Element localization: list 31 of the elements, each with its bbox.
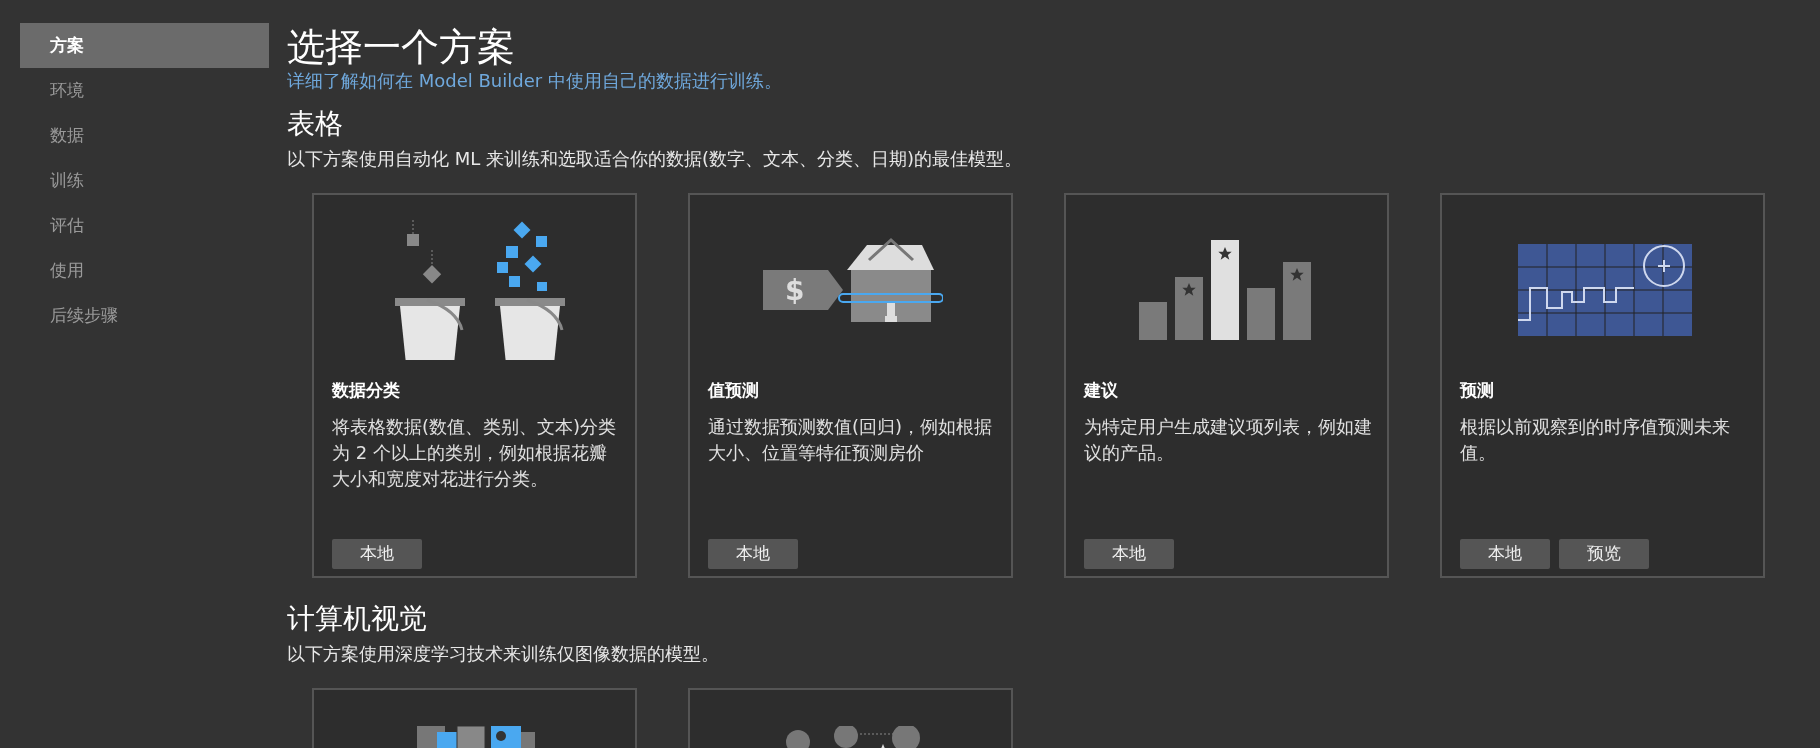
scenario-card[interactable]: 预测 根据以前观察到的时序值预测未来值。 本地 预览 [1440,193,1765,578]
card-title: 值预测 [708,379,760,402]
sidebar-item[interactable]: 训练 [20,158,269,203]
target-button[interactable]: 预览 [1559,539,1649,569]
learn-more-link[interactable]: 详细了解如何在 Model Builder 中使用自己的数据进行训练。 [287,69,1820,93]
target-button[interactable]: 本地 [1084,539,1174,569]
scenario-card[interactable]: 建议 为特定用户生成建议项列表，例如建议的产品。 本地 [1064,193,1389,578]
sidebar-item[interactable]: 环境 [20,68,269,113]
sidebar-item[interactable]: 使用 [20,248,269,293]
card-description: 为特定用户生成建议项列表，例如建议的产品。 [1084,414,1373,465]
section-description: 以下方案使用深度学习技术来训练仅图像数据的模型。 [287,642,720,666]
section-heading: 表格 [287,106,344,142]
section-description: 以下方案使用自动化 ML 来训练和选取适合你的数据(数字、文本、分类、日期)的最佳模型。 [287,147,1024,171]
card-description: 通过数据预测数值(回归)，例如根据大小、位置等特征预测房价 [708,414,994,465]
section-heading: 计算机视觉 [287,601,428,637]
sidebar-item[interactable]: 数据 [20,113,269,158]
target-button[interactable]: 本地 [708,539,798,569]
sidebar-item[interactable]: 评估 [20,203,269,248]
scenario-card[interactable]: $ 值预测 通过数据预测数值(回归)，例如根据大小、位置等特征预测房价 本地 [688,193,1013,578]
page-title: 选择一个方案 [287,25,516,69]
sidebar-item[interactable]: 后续步骤 [20,293,269,338]
card-title: 建议 [1084,379,1119,402]
card-title: 数据分类 [332,379,401,402]
card-description: 将表格数据(数值、类别、文本)分类为 2 个以上的类别，例如根据花瓣大小和宽度对花进行分类。 [332,414,618,491]
price-tag-house-drawing: $ [762,219,943,360]
scenario-card[interactable]: 数据分类 将表格数据(数值、类别、文本)分类为 2 个以上的类别，例如根据花瓣大小和宽度对花进行分类。 本地 [312,193,637,578]
card-title: 预测 [1460,379,1495,402]
sidebar-item[interactable]: 方案 [20,23,269,68]
card-description: 根据以前观察到的时序值预测未来值。 [1460,414,1731,465]
target-button[interactable]: 本地 [1460,539,1550,569]
target-button[interactable]: 本地 [332,539,422,569]
